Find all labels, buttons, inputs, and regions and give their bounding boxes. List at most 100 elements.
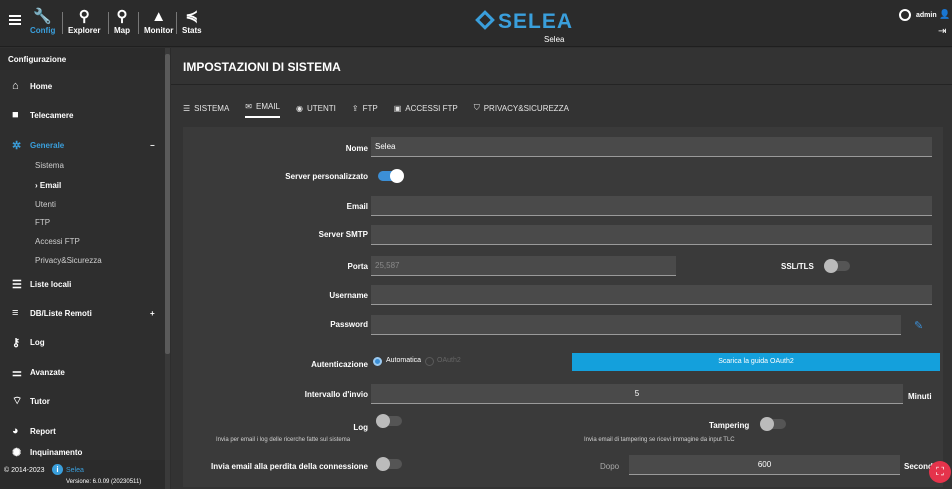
dopo-input[interactable]: 600 <box>629 455 900 475</box>
user-name[interactable]: admin <box>916 12 937 19</box>
key-icon: ⚷ <box>12 336 21 349</box>
tab-bar: ☰ SISTEMA ✉ EMAIL ◉ UTENTI ⇪ FTP ▣ ACCES… <box>183 98 569 118</box>
footer-brand[interactable]: Selea <box>66 467 84 474</box>
info-icon[interactable]: i <box>52 464 63 475</box>
sidebar-subitem-ftp[interactable]: FTP <box>35 218 50 227</box>
log-toggle[interactable] <box>376 414 402 428</box>
sidebar-item-avanzate[interactable]: ⚌ Avanzate <box>0 358 165 386</box>
brand-name: SELEA <box>498 10 574 33</box>
tab-privacy-sicurezza[interactable]: ⛉ PRIVACY&SICUREZZA <box>474 98 569 118</box>
user-icon: 👤 <box>939 9 951 19</box>
password-input[interactable] <box>371 315 901 335</box>
radio-oauth2-label[interactable]: OAuth2 <box>437 357 461 364</box>
hamburger-menu-icon[interactable] <box>9 15 21 25</box>
tampering-description: Invia email di tampering se ricevi immag… <box>584 437 735 443</box>
server-personalizzato-label: Server personalizzato <box>285 172 368 181</box>
tab-ftp[interactable]: ⇪ FTP <box>352 98 378 118</box>
bell-icon: ▲ <box>151 8 167 25</box>
nav-explorer[interactable]: ⚲ Explorer <box>68 8 100 35</box>
user-circle-icon: ◉ <box>296 103 303 113</box>
fullscreen-button[interactable]: ⛶ <box>929 461 951 483</box>
sidebar-item-liste-locali[interactable]: ☰ Liste locali <box>0 270 165 298</box>
email-settings-form: Nome Selea Server personalizzato Email S… <box>183 127 943 487</box>
sidebar-item-inquinamento[interactable]: ✺ Inquinamento <box>0 444 165 460</box>
gear-icon: ✲ <box>12 139 22 152</box>
brand-logo-icon <box>475 10 495 30</box>
sidebar-scrollbar[interactable] <box>165 48 170 489</box>
sidebar-subitem-accessi-ftp[interactable]: Accessi FTP <box>35 237 80 246</box>
sidebar-subitem-sistema[interactable]: Sistema <box>35 161 64 170</box>
intervallo-label: Intervallo d'invio <box>304 390 368 399</box>
nav-stats[interactable]: ≼ Stats <box>182 8 202 35</box>
tab-sistema[interactable]: ☰ SISTEMA <box>183 98 229 118</box>
pollution-icon: ✺ <box>12 446 22 459</box>
radio-oauth2[interactable] <box>425 357 434 366</box>
sidebar-item-home[interactable]: ⌂ Home <box>0 72 165 100</box>
server-personalizzato-toggle[interactable] <box>378 169 404 183</box>
brand-subtitle: Selea <box>544 35 565 44</box>
nome-input[interactable]: Selea <box>371 137 932 157</box>
sidebar-subitem-privacy[interactable]: Privacy&Sicurezza <box>35 256 102 265</box>
upload-icon: ⇪ <box>351 103 359 113</box>
sidebar-subitem-email[interactable]: › Email <box>35 181 61 190</box>
edit-pencil-icon[interactable]: ✎ <box>914 319 923 332</box>
minuti-unit-label: Minuti <box>908 392 932 401</box>
logout-icon[interactable]: ⇥ <box>938 26 946 37</box>
ssl-tls-label: SSL/TLS <box>781 262 814 271</box>
sidebar-item-log[interactable]: ⚷ Log <box>0 328 165 356</box>
stats-icon: ≼ <box>185 8 199 25</box>
tab-accessi-ftp[interactable]: ▣ ACCESSI FTP <box>394 98 458 118</box>
log-label: Log <box>353 423 368 432</box>
chevron-right-icon: › <box>35 181 38 190</box>
sidebar-item-telecamere[interactable]: ■ Telecamere <box>0 101 165 129</box>
page-title: IMPOSTAZIONI DI SISTEMA <box>183 60 341 74</box>
sidebar-subitem-utenti[interactable]: Utenti <box>35 200 56 209</box>
main-content: IMPOSTAZIONI DI SISTEMA ☰ SISTEMA ✉ EMAI… <box>171 48 952 489</box>
autenticazione-label: Autenticazione <box>311 360 368 369</box>
sidebar-item-db-liste-remoti[interactable]: ≡ DB/Liste Remoti + <box>0 299 165 327</box>
collapse-icon[interactable]: − <box>150 141 155 150</box>
tampering-label: Tampering <box>709 421 750 430</box>
explorer-icon: ⚲ <box>78 8 90 25</box>
tab-utenti[interactable]: ◉ UTENTI <box>296 98 336 118</box>
expand-icon[interactable]: + <box>150 309 155 318</box>
dopo-label: Dopo <box>600 462 620 471</box>
smtp-label: Server SMTP <box>318 230 368 239</box>
sidebar-item-tutor[interactable]: ⌔ Tutor <box>0 387 165 415</box>
username-input[interactable] <box>371 285 932 305</box>
intervallo-input[interactable]: 5 <box>371 384 903 404</box>
camera-icon: ■ <box>12 109 19 121</box>
sidebar-item-generale[interactable]: ✲ Generale − <box>0 131 165 159</box>
nav-config[interactable]: 🔧 Config <box>30 8 55 35</box>
home-icon: ⌂ <box>12 80 19 92</box>
perdita-connessione-label: Invia email alla perdita della connessio… <box>211 462 368 471</box>
wrench-icon: 🔧 <box>33 8 52 25</box>
pie-icon: ◕ <box>12 425 19 437</box>
nav-monitor[interactable]: ▲ Monitor <box>144 8 173 35</box>
download-oauth2-guide-button[interactable]: Scarica la guida OAuth2 <box>572 353 940 371</box>
perdita-connessione-toggle[interactable] <box>376 457 402 471</box>
user-avatar-icon[interactable] <box>899 9 911 21</box>
top-bar: 🔧 Config ⚲ Explorer ⚲ Map ▲ Monitor ≼ St… <box>0 0 952 47</box>
username-label: Username <box>329 291 368 300</box>
radio-automatica[interactable] <box>373 357 382 366</box>
porta-label: Porta <box>347 262 368 271</box>
email-input[interactable] <box>371 196 932 216</box>
tampering-toggle[interactable] <box>760 417 786 431</box>
email-label: Email <box>346 202 368 211</box>
id-card-icon: ▣ <box>393 103 402 113</box>
tab-email[interactable]: ✉ EMAIL <box>245 98 281 118</box>
nav-map[interactable]: ⚲ Map <box>114 8 130 35</box>
sidebar-footer: © 2014-2023 i Selea Versione: 6.0.09 (20… <box>0 460 165 489</box>
porta-input[interactable]: 25,587 <box>371 256 676 276</box>
radio-automatica-label[interactable]: Automatica <box>386 357 421 364</box>
sidebar-header: Configurazione <box>0 48 171 70</box>
ssl-tls-toggle[interactable] <box>824 259 850 273</box>
smtp-input[interactable] <box>371 225 932 245</box>
sidebar-item-report[interactable]: ◕ Report <box>0 417 165 445</box>
map-pin-icon: ⚲ <box>116 8 128 25</box>
list-icon: ☰ <box>12 278 22 291</box>
copyright-text: © 2014-2023 <box>4 467 45 474</box>
sliders-icon: ☰ <box>183 103 191 113</box>
sliders-icon: ⚌ <box>12 366 22 379</box>
